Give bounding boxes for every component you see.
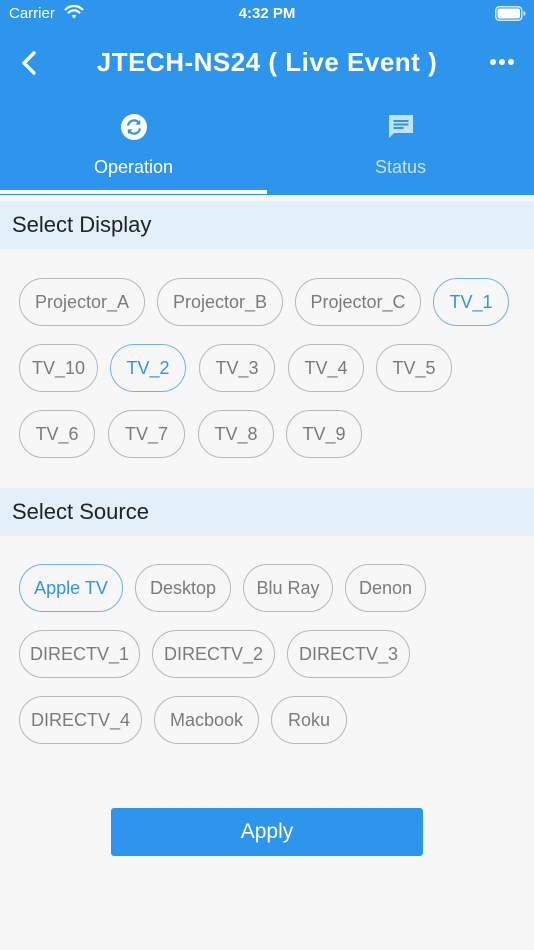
display-chip-projector-c[interactable]: Projector_C	[295, 278, 421, 326]
select-source-header: Select Source	[0, 488, 534, 536]
display-chip-tv-9[interactable]: TV_9	[286, 410, 362, 458]
clock: 4:32 PM	[238, 5, 296, 22]
display-chip-projector-a[interactable]: Projector_A	[19, 278, 145, 326]
source-chip-macbook[interactable]: Macbook	[154, 696, 259, 744]
refresh-icon	[121, 114, 147, 140]
display-chip-tv-2[interactable]: TV_2	[110, 344, 186, 392]
battery-icon	[495, 6, 526, 21]
more-icon[interactable]	[488, 55, 516, 69]
app-header: Carrier 4:32 PM JTECH-NS24 ( Live Event …	[0, 0, 534, 195]
display-chip-tv-6[interactable]: TV_6	[19, 410, 95, 458]
source-chip-denon[interactable]: Denon	[345, 564, 426, 612]
source-chip-directv-3[interactable]: DIRECTV_3	[287, 630, 410, 678]
source-chip-directv-4[interactable]: DIRECTV_4	[19, 696, 142, 744]
source-chip-roku[interactable]: Roku	[271, 696, 347, 744]
select-display-header: Select Display	[0, 201, 534, 249]
display-chip-tv-4[interactable]: TV_4	[288, 344, 364, 392]
tab-status-label: Status	[374, 157, 427, 177]
source-chip-apple-tv[interactable]: Apple TV	[19, 564, 123, 612]
display-chip-tv-7[interactable]: TV_7	[108, 410, 185, 458]
tab-bar: Operation Status	[0, 104, 534, 195]
page-title: JTECH-NS24 ( Live Event )	[96, 47, 438, 77]
active-tab-indicator	[0, 190, 267, 194]
apply-button[interactable]: Apply	[111, 808, 423, 856]
tab-operation[interactable]: Operation	[0, 104, 267, 195]
display-chip-projector-b[interactable]: Projector_B	[157, 278, 283, 326]
status-bar: Carrier 4:32 PM	[0, 0, 534, 28]
back-icon[interactable]	[16, 49, 42, 77]
display-chip-tv-1[interactable]: TV_1	[433, 278, 509, 326]
display-chip-tv-8[interactable]: TV_8	[198, 410, 274, 458]
source-chip-directv-1[interactable]: DIRECTV_1	[19, 630, 140, 678]
source-chip-directv-2[interactable]: DIRECTV_2	[152, 630, 275, 678]
source-chip-desktop[interactable]: Desktop	[135, 564, 231, 612]
message-icon	[389, 115, 413, 138]
display-chip-tv-10[interactable]: TV_10	[19, 344, 98, 392]
tab-status[interactable]: Status	[267, 104, 534, 195]
tab-operation-label: Operation	[93, 157, 174, 177]
display-chip-tv-3[interactable]: TV_3	[199, 344, 275, 392]
source-chip-blu-ray[interactable]: Blu Ray	[243, 564, 333, 612]
display-chip-tv-5[interactable]: TV_5	[376, 344, 452, 392]
nav-bar: JTECH-NS24 ( Live Event )	[0, 36, 534, 90]
